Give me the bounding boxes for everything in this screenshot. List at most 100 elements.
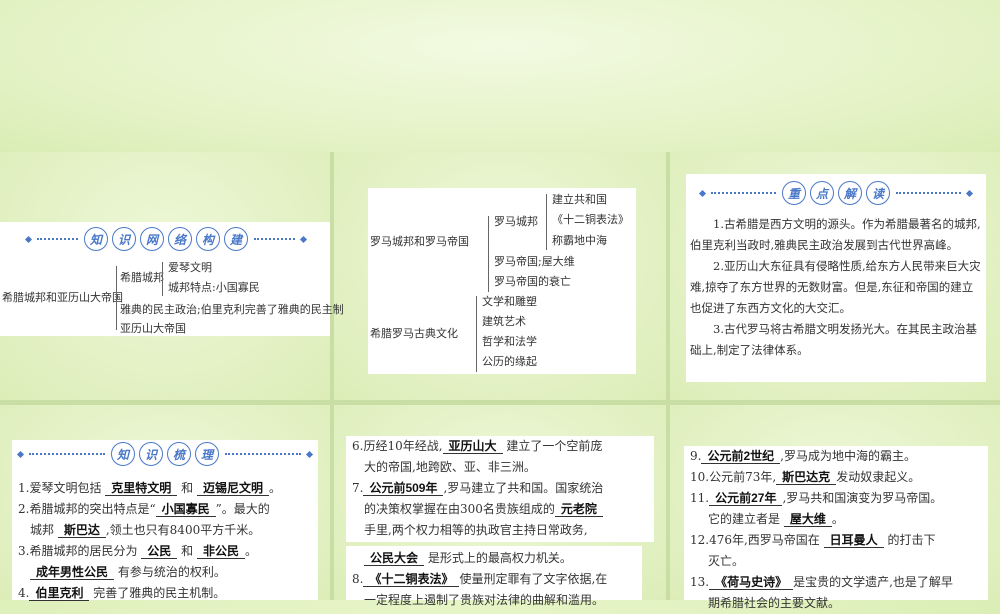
answer-blank: 《十二铜表法》 [363,572,460,587]
tree-leaf: 建立共和国 [552,193,607,206]
answer-blank: 迈锡尼文明 [196,481,269,496]
diamond-icon [305,450,314,458]
review-line: 4. 伯里克利 完善了雅典的民主机制。 [18,586,226,601]
answer-blank: 斯巴达克 [776,470,837,485]
review-line: 一定程度上遏制了贵族对法律的曲解和滥用。 [364,593,605,607]
tree-node: 雅典的民主政治;伯里克利完善了雅典的民主制 [120,303,344,316]
review-line: 大的帝国,地跨欧、亚、非三洲。 [364,460,536,474]
heading-char: 建 [224,227,248,251]
diamond-icon [965,189,974,197]
tree-leaf: 《十二铜表法》 [552,213,629,226]
title-area [0,0,1000,152]
knowledge-review-card: 知 识 梳 理 1.爱琴文明包括 克里特文明 和 迈锡尼文明。 2.希腊城邦的突… [12,440,318,601]
answer-blank: 屋大维 [783,512,832,527]
heading-char: 络 [168,227,192,251]
diamond-icon [16,450,25,458]
review-card-part2: 公民大会 是形式上的最高权力机关。 8. 《十二铜表法》 使量刑定罪有了文字依据,在… [346,546,642,607]
review-line: 手里,两个权力相等的执政官主持日常政务, [364,523,588,537]
brace-line [116,266,117,330]
review-line: 成年男性公民 有参与统治的权利。 [18,562,318,583]
section-heading: 重 点 解 读 [698,180,974,206]
knowledge-network-card: 知 识 网 络 构 建 希腊城邦和亚历山大帝国 希腊城邦 爱琴文明 城邦特点:小… [0,222,344,336]
review-line: 10.公元前73年, 斯巴达克 发动奴隶起义。 [690,470,921,485]
answer-blank: 斯巴达 [57,523,106,538]
tree-root: 希腊城邦和亚历山大帝国 [2,291,123,304]
review-line: 城邦 斯巴达 ,领土也只有8400平方千米。 [30,523,261,538]
review-line: 7. 公元前509年 ,罗马建立了共和国。国家统治 [352,481,604,496]
paragraph: 3.古代罗马将古希腊文明发扬光大。在其民主政治基础上,制定了法律体系。 [690,322,977,357]
review-line: 的决策权掌握在由300名贵族组成的 元老院 [352,499,652,520]
tree-leaf: 公历的缘起 [482,355,537,368]
review-line: 灭亡。 [708,554,745,568]
section-heading: 知 识 网 络 构 建 [24,226,308,252]
answer-blank: 公元前2世纪 [701,449,781,464]
tree-leaf: 称霸地中海 [552,234,607,247]
brace-line [546,194,547,250]
review-line: 3.希腊城邦的居民分为 公民 和 非公民。 [18,544,257,559]
answer-blank: 公民 [141,544,178,559]
brace-line [488,216,489,292]
answer-blank: 克里特文明 [105,481,178,496]
tree-node: 罗马帝国的衰亡 [494,275,571,288]
answer-blank: 日耳曼人 [823,533,884,548]
divider [330,152,334,600]
answer-blank: 《荷马史诗》 [709,575,794,590]
heading-char: 识 [139,442,163,466]
heading-char: 网 [140,227,164,251]
review-card-part3: 9. 公元前2世纪 ,罗马成为地中海的霸主。 10.公元前73年, 斯巴达克 发动奴隶起… [684,446,988,610]
divider [0,400,1000,405]
review-line: 13. 《荷马史诗》 是宝贵的文学遗产,也是了解早 [690,575,953,590]
review-line: 公民大会 是形式上的最高权力机关。 [352,548,642,569]
tree-leaf: 建筑艺术 [482,315,526,328]
review-line: 12.476年,西罗马帝国在 日耳曼人 的打击下 [690,533,936,548]
heading-char: 重 [782,181,806,205]
divider [666,152,670,600]
answer-blank: 亚历山大 [442,439,503,454]
answer-blank: 公元前27年 [709,491,783,506]
tree-leaf: 哲学和法学 [482,335,537,348]
answer-blank: 公元前509年 [363,481,444,496]
review-line: 9. 公元前2世纪 ,罗马成为地中海的霸主。 [690,449,916,464]
answer-blank: 元老院 [554,502,603,517]
key-points-card: 重 点 解 读 1.古希腊是西方文明的源头。作为希腊最著名的城邦,伯里克利当政时… [686,174,986,382]
answer-blank: 小国寡民 [155,502,216,517]
tree-root: 希腊罗马古典文化 [370,327,458,340]
tree-node: 罗马帝国;屋大维 [494,255,575,268]
review-line: 8. 《十二铜表法》 使量刑定罪有了文字依据,在 [352,572,608,587]
brace-line [476,296,477,372]
review-line: 期希腊社会的主要文献。 [708,596,841,610]
answer-blank: 伯里克利 [29,586,90,601]
answer-blank: 非公民 [196,544,245,559]
review-line: 1.爱琴文明包括 克里特文明 和 迈锡尼文明。 [18,481,281,496]
diamond-icon [24,235,33,243]
heading-char: 知 [111,442,135,466]
review-line: 2.希腊城邦的突出特点是“ 小国寡民 ”。最大的 [18,502,270,517]
answer-blank: 成年男性公民 [30,565,115,580]
knowledge-tree-card: 罗马城邦和罗马帝国 罗马城邦 建立共和国 《十二铜表法》 称霸地中海 罗马帝国;… [368,188,636,374]
review-card-part1: 6.历经10年经战, 亚历山大 建立了一个空前庞 大的帝国,地跨欧、亚、非三洲。 … [346,436,654,542]
heading-char: 知 [84,227,108,251]
tree-leaf: 城邦特点:小国寡民 [168,281,260,294]
tree-node: 希腊城邦 [120,271,164,284]
heading-char: 点 [810,181,834,205]
review-line: 11. 公元前27年 ,罗马共和国演变为罗马帝国。 [690,491,943,506]
diamond-icon [698,189,707,197]
heading-char: 解 [838,181,862,205]
heading-char: 构 [196,227,220,251]
review-line: 6.历经10年经战, 亚历山大 建立了一个空前庞 [352,439,603,454]
heading-char: 理 [195,442,219,466]
tree-leaf: 文学和雕塑 [482,295,537,308]
review-line: 它的建立者是 屋大维。 [708,512,844,527]
paragraph: 2.亚历山大东征具有侵略性质,给东方人民带来巨大灾难,掠夺了东方世界的无数财富。… [690,259,981,315]
heading-char: 梳 [167,442,191,466]
section-heading: 知 识 梳 理 [16,442,314,466]
heading-char: 识 [112,227,136,251]
answer-blank: 公民大会 [364,551,425,566]
tree-leaf: 爱琴文明 [168,261,212,274]
paragraph: 1.古希腊是西方文明的源头。作为希腊最著名的城邦,伯里克利当政时,雅典民主政治发… [690,217,981,252]
tree-root: 罗马城邦和罗马帝国 [370,235,469,248]
tree-node: 罗马城邦 [494,215,538,228]
tree-node: 亚历山大帝国 [120,322,186,335]
heading-char: 读 [866,181,890,205]
diamond-icon [299,235,308,243]
